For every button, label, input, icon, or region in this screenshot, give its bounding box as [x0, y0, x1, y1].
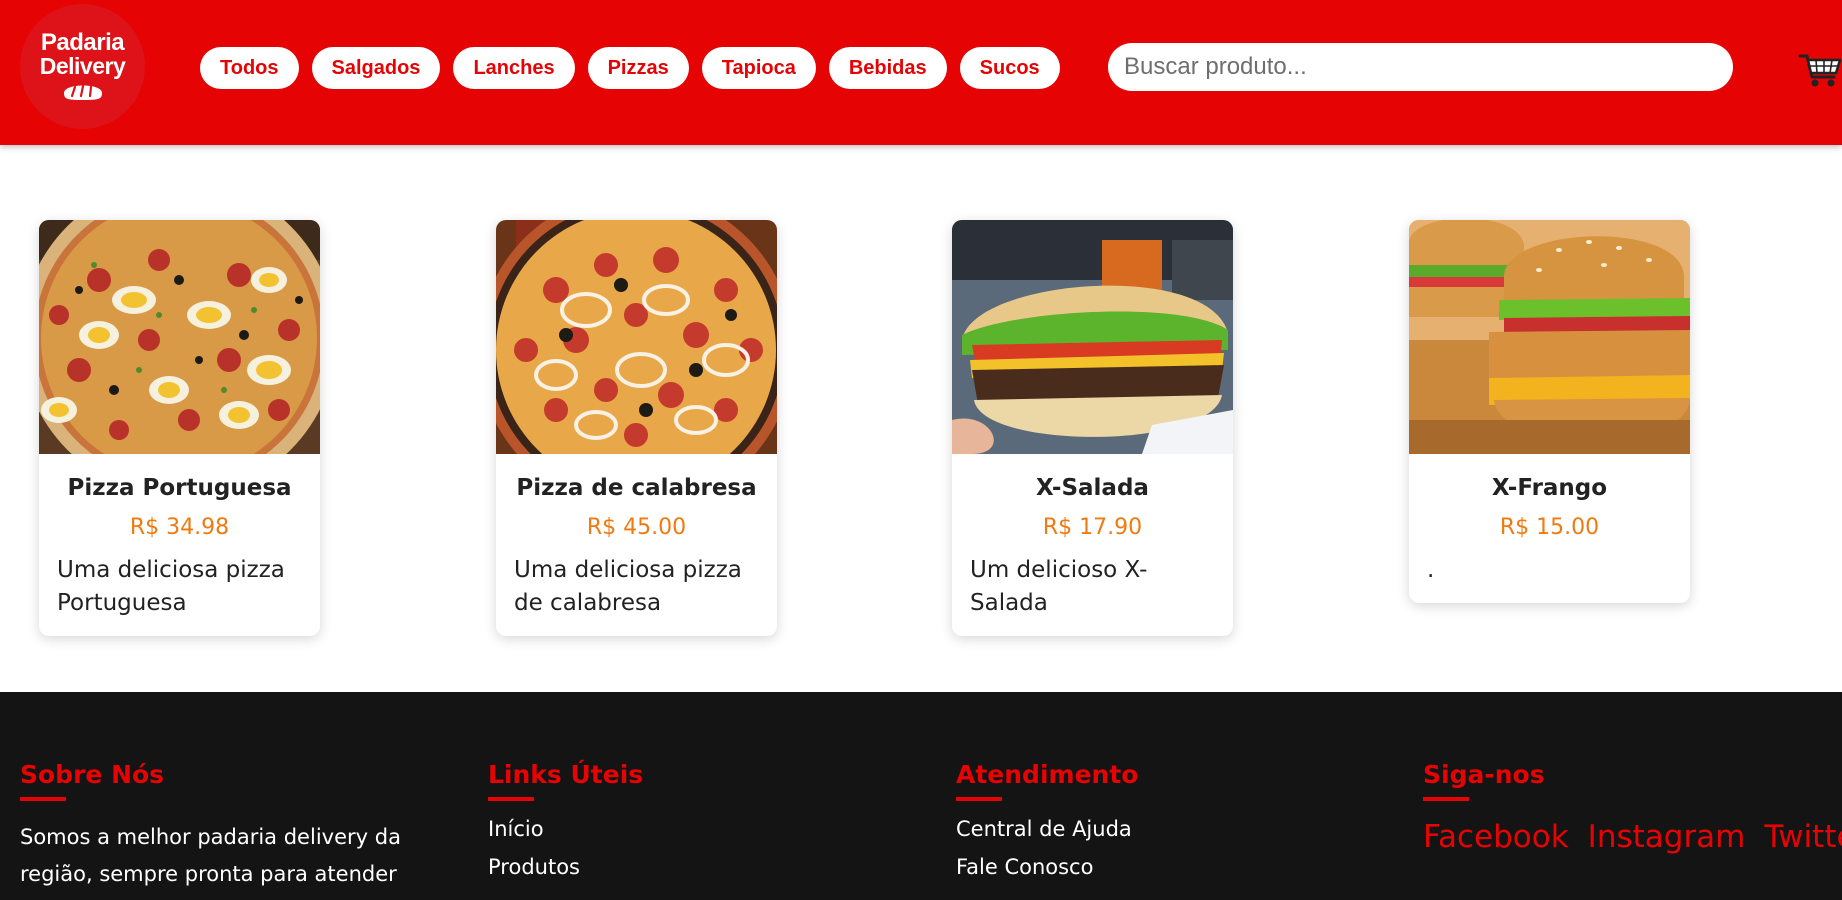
twitter-link[interactable]: Twitter	[1764, 819, 1842, 855]
category-sucos-button[interactable]: Sucos	[959, 47, 1060, 89]
product-description: Uma deliciosa pizza de calabresa	[514, 557, 742, 616]
header: Padaria Delivery Todos Salgados Lanches …	[0, 0, 1842, 145]
x-salada-image	[952, 220, 1233, 454]
divider	[20, 797, 66, 801]
product-card[interactable]: Pizza Portuguesa R$ 34.98 Uma deliciosa …	[39, 220, 320, 636]
product-name: Pizza de calabresa	[516, 475, 757, 501]
pizza-portuguesa-image	[39, 220, 320, 454]
product-price: R$ 15.00	[1499, 515, 1600, 540]
footer-link-fale-conosco[interactable]: Fale Conosco	[956, 855, 1356, 879]
divider	[1423, 797, 1469, 801]
product-name: X-Salada	[1036, 475, 1149, 501]
footer: Sobre Nós Somos a melhor padaria deliver…	[0, 692, 1842, 900]
category-nav: Todos Salgados Lanches Pizzas Tapioca Be…	[200, 47, 1073, 89]
category-pizzas-button[interactable]: Pizzas	[587, 47, 689, 89]
instagram-link[interactable]: Instagram	[1588, 819, 1746, 855]
product-price: R$ 45.00	[586, 515, 687, 540]
product-description: Um delicioso X-Salada	[970, 557, 1148, 616]
x-frango-image	[1409, 220, 1690, 454]
product-card[interactable]: X-Salada R$ 17.90 Um delicioso X-Salada	[952, 220, 1233, 636]
product-description: Uma deliciosa pizza Portuguesa	[57, 557, 285, 616]
footer-link-central-ajuda[interactable]: Central de Ajuda	[956, 817, 1356, 841]
footer-link-inicio[interactable]: Início	[488, 817, 888, 841]
footer-social: Siga-nos Facebook Instagram Twitter	[1423, 760, 1842, 855]
category-salgados-button[interactable]: Salgados	[311, 47, 441, 89]
category-bebidas-button[interactable]: Bebidas	[828, 47, 947, 89]
logo-line1: Padaria	[40, 29, 125, 56]
pizza-calabresa-image	[496, 220, 777, 454]
product-name: Pizza Portuguesa	[67, 475, 292, 501]
footer-links: Links Úteis Início Produtos	[488, 760, 888, 879]
bread-icon	[63, 84, 102, 100]
product-card[interactable]: Pizza de calabresa R$ 45.00 Uma delicios…	[496, 220, 777, 636]
product-name: X-Frango	[1491, 475, 1608, 501]
footer-link-produtos[interactable]: Produtos	[488, 855, 888, 879]
cart-button[interactable]	[1798, 50, 1842, 90]
footer-social-title: Siga-nos	[1423, 760, 1545, 789]
facebook-link[interactable]: Facebook	[1423, 819, 1569, 855]
social-links: Facebook Instagram Twitter	[1423, 819, 1842, 855]
product-price: R$ 17.90	[1042, 515, 1143, 540]
product-card[interactable]: X-Frango R$ 15.00 .	[1409, 220, 1690, 603]
logo-line2: Delivery	[39, 53, 126, 79]
footer-about: Sobre Nós Somos a melhor padaria deliver…	[20, 760, 460, 900]
cart-icon	[1798, 54, 1842, 87]
logo[interactable]: Padaria Delivery	[20, 4, 145, 129]
divider	[956, 797, 1002, 801]
category-todos-button[interactable]: Todos	[200, 47, 299, 89]
footer-support-title: Atendimento	[956, 760, 1139, 789]
footer-about-title: Sobre Nós	[20, 760, 165, 789]
footer-about-text: Somos a melhor padaria delivery da regiã…	[20, 825, 401, 900]
footer-links-title: Links Úteis	[488, 760, 644, 789]
divider	[488, 797, 534, 801]
category-tapioca-button[interactable]: Tapioca	[701, 47, 816, 89]
product-price: R$ 34.98	[129, 515, 230, 540]
category-lanches-button[interactable]: Lanches	[453, 47, 575, 89]
product-description: .	[1427, 557, 1435, 583]
search-input[interactable]	[1108, 43, 1733, 91]
footer-support: Atendimento Central de Ajuda Fale Conosc…	[956, 760, 1356, 879]
